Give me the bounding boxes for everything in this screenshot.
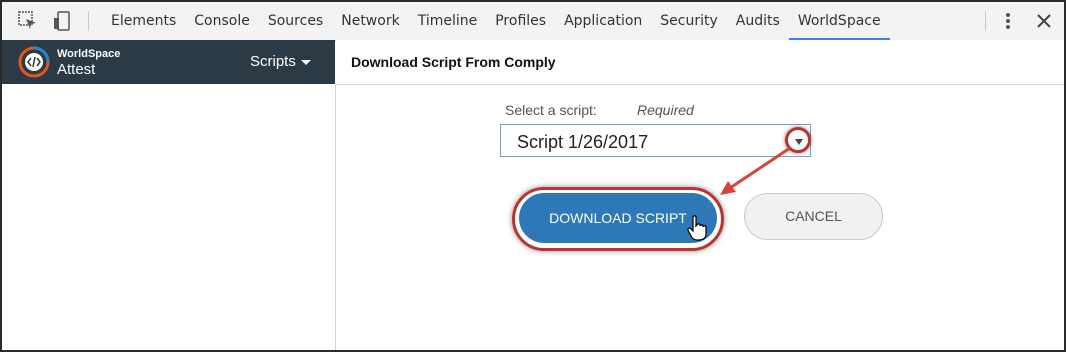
brand-product: Attest [57, 61, 96, 78]
required-label: Required [637, 102, 694, 118]
close-icon[interactable] [1034, 11, 1054, 31]
toolbar-divider [985, 11, 986, 31]
devtools-tabs: Elements Console Sources Network Timelin… [102, 2, 890, 40]
devtools-window: Elements Console Sources Network Timelin… [0, 0, 1066, 352]
selected-script-value: Script 1/26/2017 [517, 132, 649, 152]
tab-sources[interactable]: Sources [259, 2, 332, 40]
tab-audits[interactable]: Audits [727, 2, 789, 40]
tab-console[interactable]: Console [185, 2, 259, 40]
toolbar-divider [88, 11, 89, 31]
page-title: Download Script From Comply [351, 54, 556, 70]
hand-pointer-icon [687, 215, 707, 241]
left-panel [2, 84, 336, 350]
scripts-menu-button[interactable]: Scripts [250, 53, 311, 70]
worldspace-header: WorldSpace Attest Scripts [2, 40, 335, 84]
device-mode-icon[interactable] [52, 11, 72, 31]
inspect-element-icon[interactable] [18, 11, 38, 31]
scripts-menu-label: Scripts [250, 53, 296, 70]
worldspace-logo-icon [18, 46, 50, 78]
more-options-icon[interactable] [1000, 11, 1016, 31]
devtools-tab-bar: Elements Console Sources Network Timelin… [2, 2, 1064, 41]
brand-name: WorldSpace [57, 48, 121, 60]
tab-security[interactable]: Security [651, 2, 727, 40]
tab-profiles[interactable]: Profiles [486, 2, 555, 40]
cancel-button[interactable]: CANCEL [744, 193, 883, 240]
select-script-label: Select a script: [505, 102, 597, 118]
tab-network[interactable]: Network [332, 2, 408, 40]
tab-timeline[interactable]: Timeline [409, 2, 487, 40]
tab-elements[interactable]: Elements [102, 2, 185, 40]
tab-worldspace[interactable]: WorldSpace [788, 2, 890, 40]
tab-application[interactable]: Application [555, 2, 651, 40]
chevron-down-icon [300, 59, 311, 65]
panel-header: Download Script From Comply [336, 40, 1064, 85]
